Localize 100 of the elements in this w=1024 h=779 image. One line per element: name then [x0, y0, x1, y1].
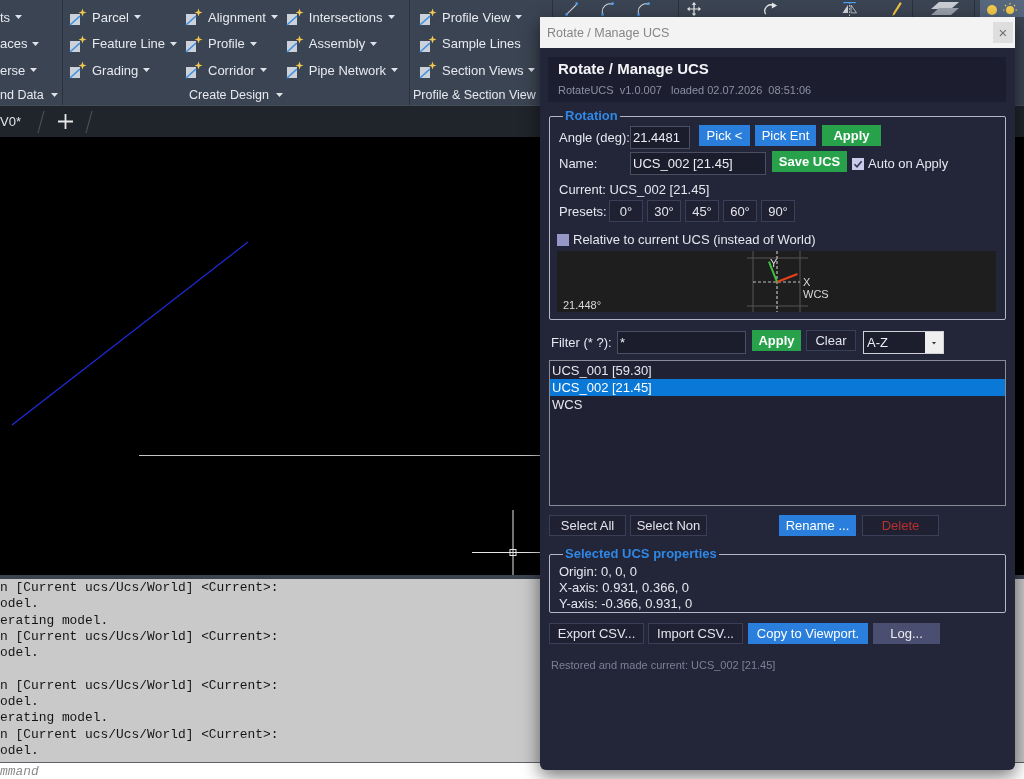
sparkle-tool-icon [185, 34, 203, 53]
export-button[interactable]: Export CSV... [549, 623, 644, 644]
ucs-list-item[interactable]: UCS_002 [21.45] [550, 379, 1005, 396]
command-history-line: erating model. [0, 612, 109, 629]
sparkle-tool-icon [185, 61, 203, 80]
current-ucs-text: Current: UCS_002 [21.45] [559, 182, 710, 197]
ribbon-button[interactable]: Corridor [185, 57, 278, 84]
angle-label: Angle (deg): [559, 129, 630, 145]
dialog-title: Rotate / Manage UCS [547, 25, 670, 40]
pick-entity-button[interactable]: Pick Ent [755, 125, 816, 146]
command-history-line: n [Current ucs/Ucs/World] <Current>: [0, 580, 279, 597]
mirror-icon[interactable] [841, 2, 858, 16]
checkbox-label: Relative to current UCS (instead of World) [573, 232, 816, 247]
ribbon-button[interactable]: aces [0, 30, 40, 57]
move-arrows-icon[interactable] [687, 2, 701, 16]
ribbon-button[interactable]: ts [0, 4, 40, 31]
sparkle-tool-icon [285, 61, 304, 80]
property-text: X-axis: 0.931, 0.366, 0 [559, 580, 690, 596]
command-history-line: odel. [0, 742, 39, 760]
checkbox-label: Auto on Apply [868, 156, 949, 171]
ribbon-button[interactable]: Sample Lines [419, 30, 536, 57]
select-button[interactable]: Select Non [630, 515, 707, 536]
sparkle-tool-icon [419, 61, 437, 80]
sparkle-tool-icon [69, 61, 87, 80]
import-button[interactable]: Import CSV... [648, 623, 743, 644]
checkbox[interactable] [852, 157, 864, 170]
rotate-arrow-icon[interactable] [763, 2, 779, 16]
tab-divider [84, 110, 93, 133]
log-button[interactable]: Log... [873, 623, 940, 644]
preset-button[interactable]: 30° [647, 200, 681, 222]
command-history-line: odel. [0, 694, 39, 711]
sort-dropdown[interactable]: A-Z [863, 331, 944, 354]
sparkle-tool-icon [69, 34, 87, 53]
select-button[interactable]: Select All [549, 515, 626, 536]
property-text: Y-axis: -0.366, 0.931, 0 [559, 596, 693, 612]
name-label: Name: [559, 156, 599, 171]
sparkle-tool-icon [419, 8, 437, 27]
ribbon-button[interactable]: Intersections [285, 4, 399, 31]
caret-icon [50, 93, 58, 97]
presets-label: Presets: [559, 203, 605, 219]
ribbon-button[interactable]: Parcel [69, 4, 177, 31]
axis-label: Y [770, 257, 778, 269]
preset-button[interactable]: 90° [761, 200, 795, 222]
angle-reading: 21.448° [563, 299, 602, 311]
ribbon-button[interactable]: Profile View [419, 4, 536, 31]
ribbon-button[interactable]: Grading [69, 57, 177, 84]
ribbon-button[interactable]: Assembly [285, 30, 399, 57]
arc-icon[interactable] [637, 2, 651, 16]
header-subtitle: RotateUCS v1.0.007 loaded 02.07.2026 08:51:06 [558, 83, 812, 97]
close-button[interactable]: × [993, 22, 1013, 43]
clear-button[interactable]: Clear [806, 330, 856, 351]
name-input[interactable]: UCS_002 [21.45] [630, 152, 766, 175]
group-title: Rotation [564, 108, 619, 124]
property-text: Origin: 0, 0, 0 [559, 564, 638, 580]
preset-button[interactable]: 0° [609, 200, 643, 222]
pen-icon[interactable] [892, 2, 902, 16]
status-text: Restored and made current: UCS_002 [21.45] [551, 658, 776, 672]
panel-title-button[interactable]: Create Design [189, 88, 283, 102]
file-tab[interactable]: V0* [0, 106, 21, 137]
sun-icon[interactable] [980, 0, 1024, 17]
tab-divider [36, 110, 45, 133]
checkbox[interactable] [557, 233, 569, 246]
command-history-line: erating model. [0, 710, 109, 727]
angle-input[interactable]: 21.4481 [630, 126, 690, 149]
sparkle-tool-icon [69, 8, 87, 27]
command-history-line: odel. [0, 596, 39, 613]
command-history-line: n [Current ucs/Ucs/World] <Current>: [0, 726, 279, 743]
caret-icon [275, 93, 283, 97]
sparkle-tool-icon [285, 8, 304, 27]
filter-input[interactable]: * [617, 331, 746, 354]
add-tab-icon[interactable] [57, 114, 73, 129]
sparkle-tool-icon [285, 34, 304, 53]
panel-title-button[interactable]: nd Data [0, 88, 58, 102]
panel-title-button[interactable]: Profile & Section View [413, 88, 536, 102]
layers-icon[interactable] [931, 2, 959, 16]
ucs-list-item[interactable]: UCS_001 [59.30] [550, 362, 1005, 379]
axis-label: X [803, 276, 811, 288]
line-icon[interactable] [565, 2, 579, 16]
preset-button[interactable]: 45° [685, 200, 719, 222]
rename-button[interactable]: Rename ... [779, 515, 856, 536]
command-history-line: n [Current ucs/Ucs/World] <Current>: [0, 628, 279, 646]
ribbon-button[interactable]: erse [0, 57, 40, 84]
ribbon-button[interactable]: Pipe Network [285, 57, 399, 84]
command-history-line: n [Current ucs/Ucs/World] <Current>: [0, 677, 279, 695]
header-title: Rotate / Manage UCS [558, 60, 709, 78]
arc-icon[interactable] [601, 2, 615, 16]
group-title: Selected UCS properties [564, 546, 718, 562]
preset-button[interactable]: 60° [723, 200, 757, 222]
sparkle-tool-icon [185, 8, 203, 27]
filter-label: Filter (* ?): [551, 334, 613, 350]
ribbon-button[interactable]: Feature Line [69, 30, 177, 57]
command-history-line: odel. [0, 645, 39, 662]
ucs-list-item[interactable]: WCS [550, 396, 1005, 413]
ribbon-button[interactable]: Alignment [185, 4, 278, 31]
sparkle-tool-icon [419, 34, 437, 53]
origin-label: WCS [803, 288, 829, 300]
pick-button[interactable]: Pick < [699, 125, 750, 146]
ribbon-button[interactable]: Section Views [419, 57, 536, 84]
copy-button[interactable]: Copy to Viewport. [748, 623, 868, 644]
ribbon-button[interactable]: Profile [185, 30, 278, 57]
